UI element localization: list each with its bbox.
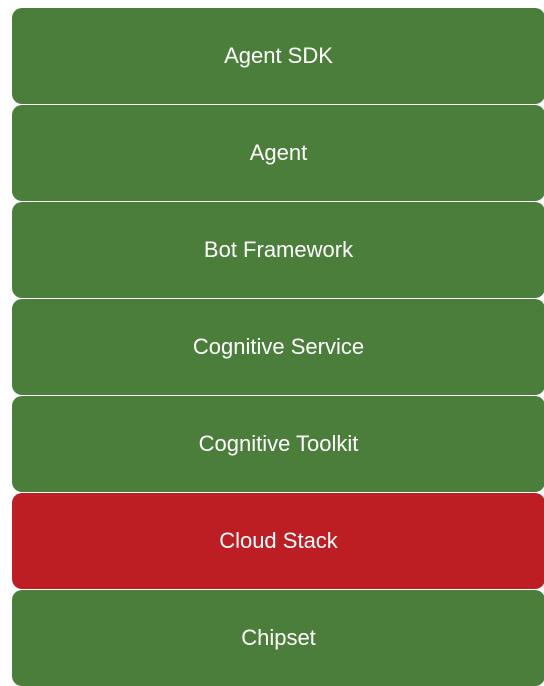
layer-bot-framework: Bot Framework (12, 202, 544, 298)
layer-agent: Agent (12, 105, 544, 201)
layer-cognitive-service: Cognitive Service (12, 299, 544, 395)
layer-cloud-stack: Cloud Stack (12, 493, 544, 589)
layer-agent-sdk: Agent SDK (12, 8, 544, 104)
layer-stack-diagram: Agent SDK Agent Bot Framework Cognitive … (12, 8, 544, 686)
layer-chipset: Chipset (12, 590, 544, 686)
layer-cognitive-toolkit: Cognitive Toolkit (12, 396, 544, 492)
